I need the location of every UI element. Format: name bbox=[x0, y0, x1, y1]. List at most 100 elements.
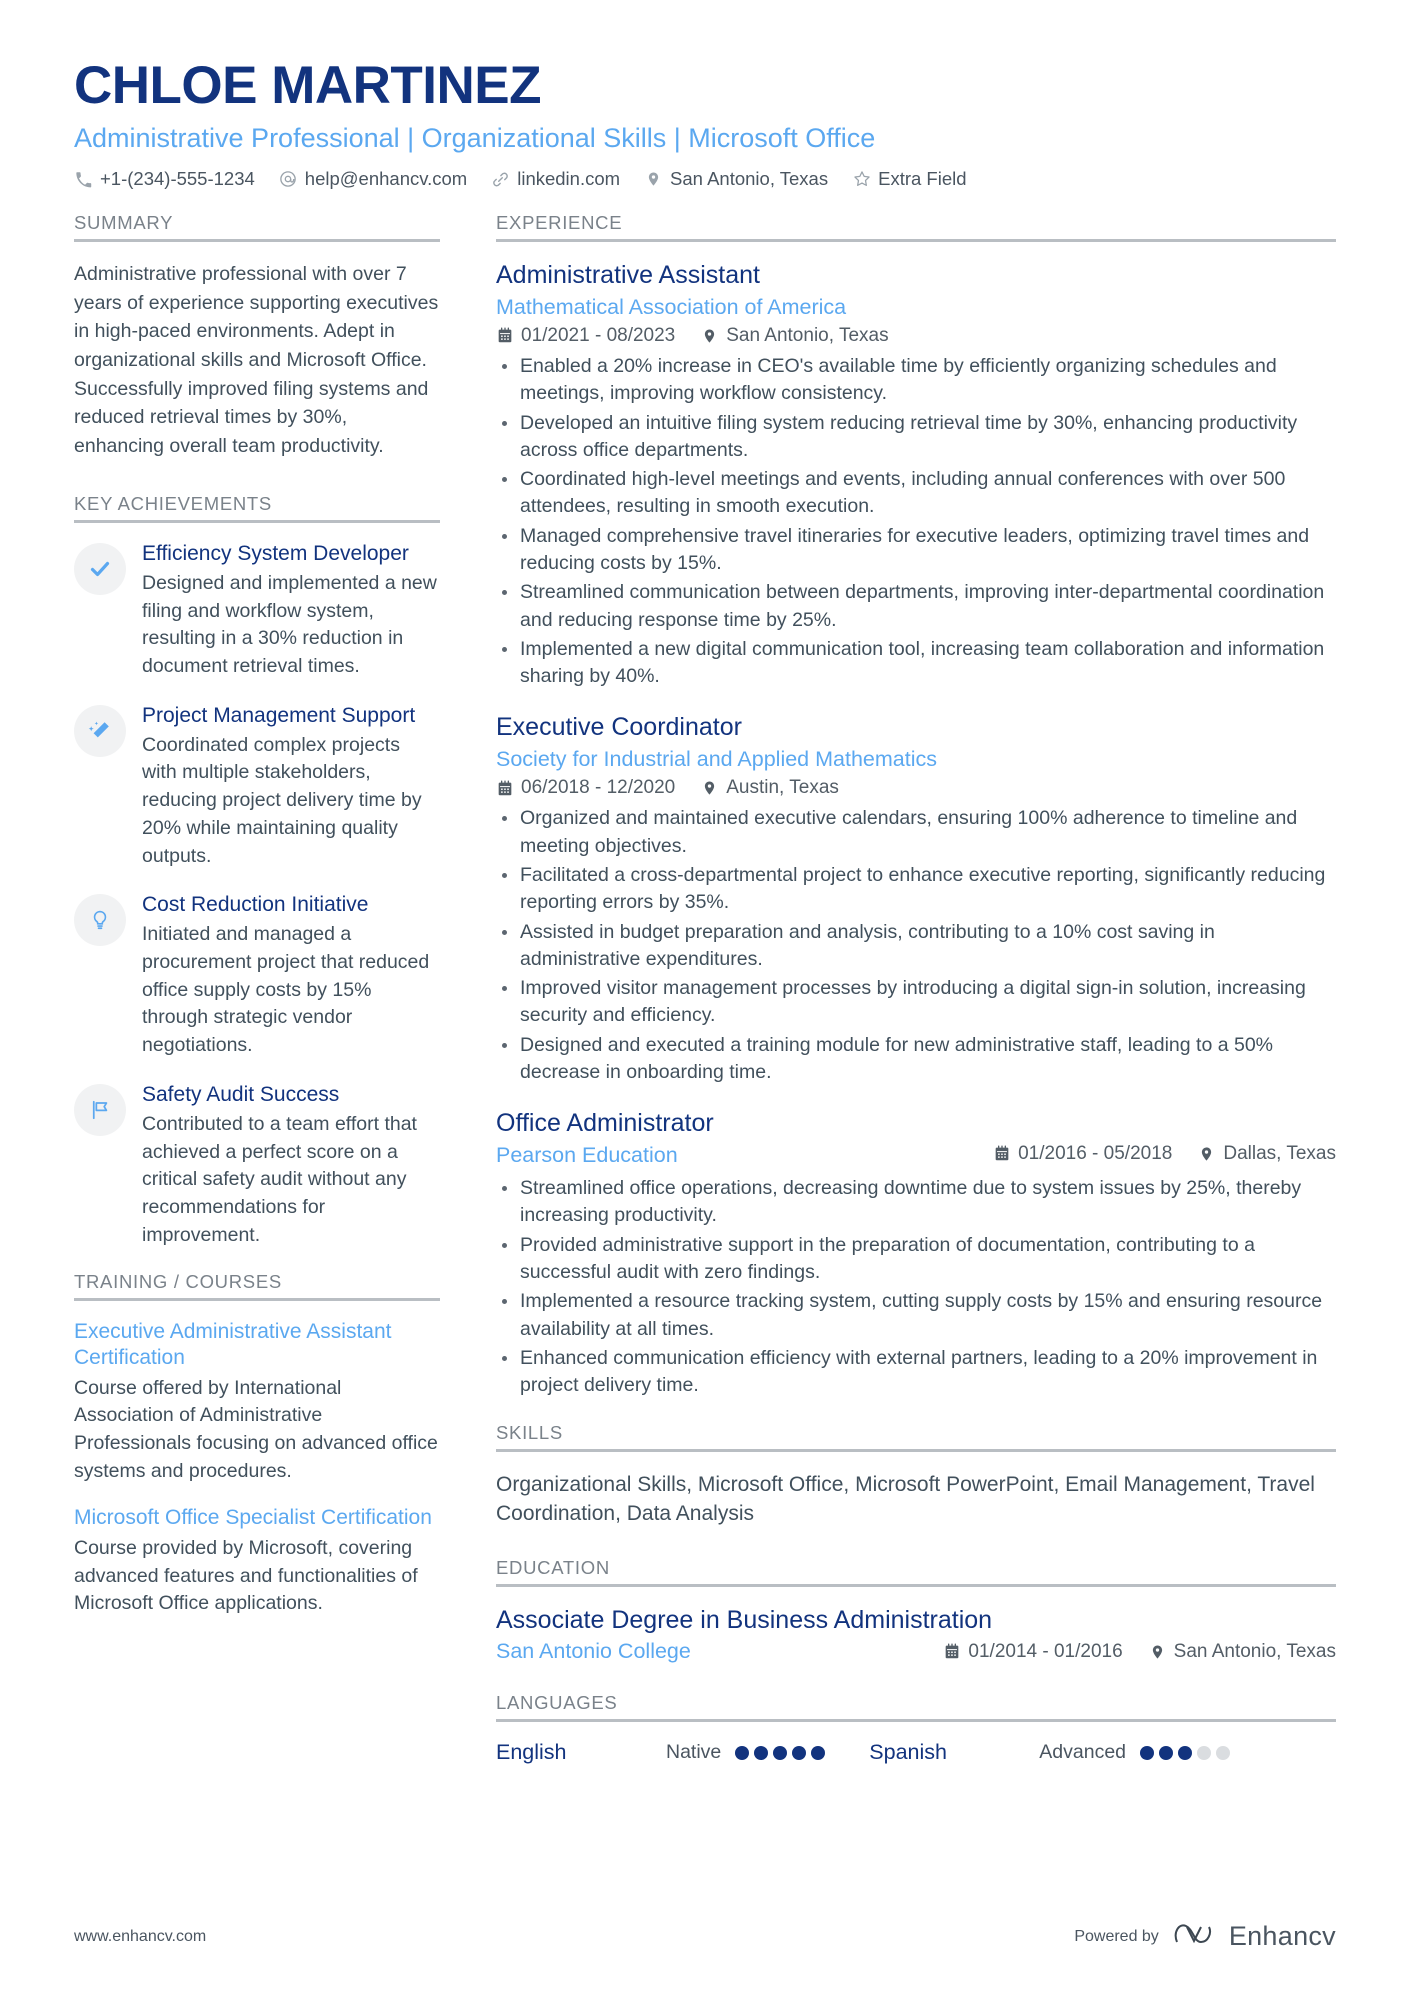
course-description: Course provided by Microsoft, covering a… bbox=[74, 1537, 418, 1615]
job-meta: 01/2021 - 08/2023 San Antonio, Texas bbox=[496, 325, 1336, 347]
education-dates: 01/2014 - 01/2016 bbox=[943, 1640, 1123, 1663]
language-proficiency-dots bbox=[1140, 1745, 1231, 1760]
location-pin-icon bbox=[644, 170, 663, 189]
contact-text: linkedin.com bbox=[517, 168, 621, 190]
course-title: Microsoft Office Specialist Certificatio… bbox=[74, 1506, 432, 1530]
location-pin-icon bbox=[1198, 1145, 1215, 1163]
section-divider bbox=[496, 1584, 1336, 1588]
contact-text: San Antonio, Texas bbox=[670, 168, 829, 190]
proficiency-dot bbox=[1140, 1745, 1155, 1760]
contact-item-location-pin[interactable]: San Antonio, Texas bbox=[644, 168, 828, 190]
language-item: English Native bbox=[496, 1740, 826, 1765]
job-header-row: Pearson Education 01/2016 - 05/2018 Dallas… bbox=[496, 1142, 1336, 1173]
experience-section: EXPERIENCE Administrative Assistant Mathe… bbox=[496, 212, 1336, 1400]
skills-section: SKILLS Organizational Skills, Microsoft … bbox=[496, 1422, 1336, 1530]
proficiency-dot bbox=[1216, 1745, 1231, 1760]
contact-row: +1-(234)-555-1234 help@enhancv.com linkedi… bbox=[74, 168, 1336, 190]
contact-item-link[interactable]: linkedin.com bbox=[491, 168, 620, 190]
experience-list: Administrative Assistant Mathematical Ass… bbox=[496, 260, 1336, 1400]
achievement-badge bbox=[74, 542, 126, 595]
achievement-description: Initiated and managed a procurement proj… bbox=[142, 923, 430, 1057]
job-bullet: Coordinated high-level meetings and even… bbox=[496, 466, 1336, 521]
training-courses-list: Executive Administrative Assistant Certi… bbox=[74, 1319, 440, 1618]
achievement-title: Safety Audit Success bbox=[142, 1082, 340, 1106]
calendar-icon bbox=[943, 1643, 960, 1661]
key-achievements-section: KEY ACHIEVEMENTS Efficiency System Devel… bbox=[74, 493, 440, 1250]
check-icon bbox=[88, 557, 112, 581]
course-description: Course offered by International Associat… bbox=[74, 1376, 438, 1482]
job-bullet-list: Organized and maintained executive calen… bbox=[496, 805, 1336, 1086]
achievement-title: Cost Reduction Initiative bbox=[142, 893, 369, 917]
summary-section: SUMMARY Administrative professional with… bbox=[74, 212, 440, 461]
achievement-body: Project Management Support Coordinated co… bbox=[142, 703, 440, 871]
language-item: Spanish Advanced bbox=[869, 1740, 1231, 1765]
job-bullet: Streamlined communication between depart… bbox=[496, 579, 1336, 634]
calendar-icon bbox=[993, 1145, 1010, 1163]
job-meta: 01/2016 - 05/2018 Dallas, Texas bbox=[993, 1143, 1336, 1165]
summary-section-title: SUMMARY bbox=[74, 212, 174, 234]
job-bullet: Implemented a new digital communication … bbox=[496, 636, 1336, 691]
languages-list: English Native Spanish Advanced bbox=[496, 1740, 1336, 1765]
achievement-item: Efficiency System Developer Designed and … bbox=[74, 541, 440, 681]
languages-section-title: LANGUAGES bbox=[496, 1692, 618, 1714]
job-location: Dallas, Texas bbox=[1198, 1143, 1336, 1165]
job-bullet: Improved visitor management processes by… bbox=[496, 975, 1336, 1030]
education-location-text: San Antonio, Texas bbox=[1173, 1640, 1336, 1662]
proficiency-dot bbox=[792, 1745, 807, 1760]
contact-text: help@enhancv.com bbox=[304, 168, 468, 190]
sidebar-column: SUMMARY Administrative professional with… bbox=[74, 212, 474, 1638]
powered-by-label: Powered by bbox=[1074, 1927, 1159, 1945]
language-name: Spanish bbox=[869, 1740, 947, 1765]
achievement-item: Project Management Support Coordinated co… bbox=[74, 703, 440, 871]
contact-item-star[interactable]: Extra Field bbox=[852, 168, 967, 190]
section-divider bbox=[74, 1298, 440, 1302]
job-bullet: Implemented a resource tracking system, … bbox=[496, 1288, 1336, 1343]
job-dates: 01/2021 - 08/2023 bbox=[496, 325, 675, 347]
achievement-badge bbox=[74, 704, 126, 757]
contact-item-email[interactable]: help@enhancv.com bbox=[279, 168, 467, 190]
education-section: EDUCATION Associate Degree in Business A… bbox=[496, 1557, 1336, 1664]
experience-item: Executive Coordinator Society for Industr… bbox=[496, 712, 1336, 1086]
professional-headline: Administrative Professional | Organizati… bbox=[74, 122, 876, 153]
achievement-body: Safety Audit Success Contributed to a tea… bbox=[142, 1082, 440, 1250]
job-dates-text: 01/2016 - 05/2018 bbox=[1018, 1142, 1173, 1164]
proficiency-dot bbox=[735, 1745, 750, 1760]
course-title: Executive Administrative Assistant Certi… bbox=[74, 1320, 392, 1370]
experience-item: Administrative Assistant Mathematical Ass… bbox=[496, 260, 1336, 690]
lightbulb-icon bbox=[89, 909, 111, 931]
job-dates: 01/2016 - 05/2018 bbox=[993, 1143, 1172, 1165]
job-dates-text: 01/2021 - 08/2023 bbox=[521, 324, 676, 346]
job-bullet: Managed comprehensive travel itineraries… bbox=[496, 523, 1336, 578]
contact-text: +1-(234)-555-1234 bbox=[100, 168, 255, 190]
job-location-text: Dallas, Texas bbox=[1223, 1142, 1336, 1164]
enhancv-logo-icon bbox=[1173, 1920, 1215, 1953]
education-degree: Associate Degree in Business Administrat… bbox=[496, 1606, 993, 1635]
course-item: Microsoft Office Specialist Certificatio… bbox=[74, 1505, 440, 1618]
footer-website[interactable]: www.enhancv.com bbox=[74, 1928, 206, 1946]
skills-section-title: SKILLS bbox=[496, 1421, 563, 1443]
contact-item-phone[interactable]: +1-(234)-555-1234 bbox=[74, 168, 255, 190]
training-courses-section: TRAINING / COURSES Executive Administrat… bbox=[74, 1271, 440, 1618]
skills-text: Organizational Skills, Microsoft Office,… bbox=[496, 1472, 1315, 1526]
languages-section: LANGUAGES English Native Spanish Advanced bbox=[496, 1692, 1336, 1765]
education-meta: 01/2014 - 01/2016 San Antonio, Texas bbox=[943, 1641, 1336, 1663]
job-dates-text: 06/2018 - 12/2020 bbox=[521, 777, 676, 799]
achievement-description: Contributed to a team effort that achiev… bbox=[142, 1113, 417, 1246]
experience-section-title: EXPERIENCE bbox=[496, 212, 623, 234]
proficiency-dot bbox=[773, 1745, 788, 1760]
job-title: Executive Coordinator bbox=[496, 713, 742, 742]
contact-text: Extra Field bbox=[878, 168, 967, 190]
job-location-text: San Antonio, Texas bbox=[726, 324, 889, 346]
proficiency-dot bbox=[1197, 1745, 1212, 1760]
location-pin-icon bbox=[701, 779, 718, 797]
job-bullet-list: Enabled a 20% increase in CEO's availabl… bbox=[496, 353, 1336, 691]
email-icon bbox=[279, 170, 298, 189]
education-dates-text: 01/2014 - 01/2016 bbox=[968, 1640, 1123, 1662]
job-bullet: Developed an intuitive filing system red… bbox=[496, 410, 1336, 465]
experience-item: Office Administrator Pearson Education 01/… bbox=[496, 1108, 1336, 1399]
achievement-item: Safety Audit Success Contributed to a tea… bbox=[74, 1082, 440, 1250]
achievement-item: Cost Reduction Initiative Initiated and m… bbox=[74, 892, 440, 1060]
job-meta: 06/2018 - 12/2020 Austin, Texas bbox=[496, 777, 1336, 799]
summary-text: Administrative professional with over 7 … bbox=[74, 263, 439, 457]
proficiency-dot bbox=[1178, 1745, 1193, 1760]
